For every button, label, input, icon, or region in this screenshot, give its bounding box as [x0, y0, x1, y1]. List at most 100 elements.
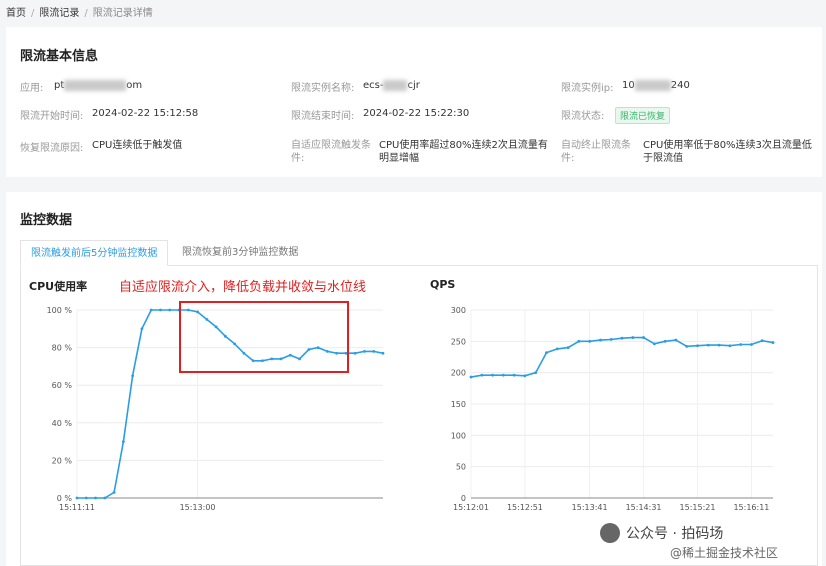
cpu-data-point	[84, 496, 88, 500]
reason-label: 恢复限流原因:	[20, 143, 84, 154]
qps-data-point	[728, 344, 732, 348]
qps-xtick-label: 15:16:11	[733, 503, 769, 512]
qps-data-point	[674, 338, 678, 342]
cpu-data-point	[94, 496, 97, 500]
chart-panel: CPU使用率 QPS 自适应限流介入，降低负载并收敛与水位线 0 % 20 % 40…	[20, 266, 818, 566]
trigger-label: 自适应限流触发条件:	[291, 140, 371, 164]
qps-data-point	[480, 373, 484, 377]
app-value: pt om	[54, 79, 143, 91]
monitor-title: 监控数据	[20, 213, 73, 228]
qps-data-point	[577, 339, 581, 343]
watermark-line2: @稀土掘金技术社区	[670, 546, 779, 560]
cpu-data-point	[159, 308, 162, 312]
cpu-data-point	[140, 327, 144, 331]
auto-stop-label: 自动终止限流条件:	[561, 140, 631, 164]
cpu-data-point	[149, 308, 153, 312]
start-time-label: 限流开始时间:	[20, 111, 84, 122]
cpu-ytick-label: 100 %	[47, 306, 73, 315]
qps-data-point	[652, 342, 656, 346]
cpu-data-point	[381, 351, 385, 355]
qps-data-point	[642, 336, 645, 339]
redacted-block	[634, 79, 671, 91]
cpu-ytick-label: 40 %	[52, 419, 73, 428]
cpu-data-point	[103, 496, 107, 500]
breadcrumb-current: 限流记录详情	[92, 8, 153, 19]
qps-ytick-label: 150	[451, 400, 466, 409]
cpu-xtick-label: 15:11:11	[59, 503, 95, 512]
monitor-tabs: 限流触发前后5分钟监控数据 限流恢复前3分钟监控数据	[20, 240, 818, 266]
qps-data-point	[534, 371, 538, 375]
qps-data-point	[771, 341, 775, 344]
cpu-ytick-label: 0 %	[57, 494, 73, 503]
breadcrumb-separator: /	[31, 8, 35, 19]
state-label: 限流状态:	[561, 111, 605, 122]
qps-data-point	[555, 347, 559, 351]
qps-series-line	[470, 336, 774, 378]
cpu-data-point	[372, 349, 376, 353]
qps-data-point	[566, 346, 570, 349]
trigger-value: CPU使用率超过80%连续2次且流量有明显增幅	[379, 140, 548, 164]
end-time-label: 限流结束时间:	[291, 111, 355, 122]
qps-ytick-label: 50	[456, 463, 466, 472]
qps-data-point	[760, 339, 764, 343]
qps-data-point	[631, 336, 635, 339]
tab-before-after[interactable]: 限流触发前后5分钟监控数据	[20, 240, 169, 266]
qps-data-point	[501, 373, 505, 377]
qps-data-point	[696, 344, 699, 348]
instance-name-label: 限流实例名称:	[291, 83, 355, 94]
qps-data-point	[545, 351, 548, 355]
qps-data-point	[512, 373, 516, 377]
qps-data-point	[739, 343, 743, 346]
qps-data-point	[706, 343, 710, 347]
cpu-data-point	[112, 490, 116, 494]
cpu-data-point	[168, 308, 172, 312]
cpu-data-point	[363, 349, 366, 353]
qps-data-point	[523, 374, 527, 378]
cpu-ytick-label: 60 %	[52, 381, 73, 390]
app-label: 应用:	[20, 83, 44, 94]
qps-data-point	[663, 339, 667, 343]
qps-data-point	[717, 343, 721, 347]
cpu-ytick-label: 80 %	[52, 344, 73, 353]
qps-chart: 0 50 100 150 200 250 300 15:12:01 15:12:51 15:13:…	[451, 306, 775, 512]
redacted-block	[64, 79, 127, 91]
cpu-data-point	[75, 496, 79, 500]
qps-data-point	[599, 338, 602, 342]
cpu-ytick-label: 20 %	[52, 456, 73, 465]
qps-data-point	[469, 375, 473, 379]
qps-xtick-label: 15:14:31	[626, 503, 662, 512]
monitor-card: 监控数据 限流触发前后5分钟监控数据 限流恢复前3分钟监控数据 CPU使用率 Q…	[6, 192, 822, 566]
basic-info-card: 限流基本信息 应用: pt om 限流实例名称: ecs-cjr 限流实例ip: …	[6, 27, 822, 177]
status-badge: 限流已恢复	[615, 107, 671, 124]
reason-value: CPU连续低于触发值	[92, 140, 183, 151]
basic-info-title: 限流基本信息	[20, 49, 99, 64]
instance-ip-value: 10 240	[622, 79, 690, 91]
qps-ytick-label: 200	[451, 369, 466, 378]
qps-ytick-label: 0	[461, 494, 466, 503]
auto-stop-value: CPU使用率低于80%连续3次且流量低于限流值	[643, 140, 812, 164]
cpu-data-point	[131, 374, 135, 378]
wechat-icon	[600, 523, 620, 543]
breadcrumb-records[interactable]: 限流记录	[39, 8, 79, 19]
qps-ytick-label: 300	[451, 306, 466, 315]
qps-data-point	[491, 373, 494, 377]
qps-xtick-label: 15:12:51	[507, 503, 543, 512]
start-time-value: 2024-02-22 15:12:58	[92, 108, 199, 119]
qps-data-point	[750, 343, 753, 346]
tab-before-recovery[interactable]: 限流恢复前3分钟监控数据	[172, 240, 308, 266]
breadcrumb-home[interactable]: 首页	[6, 8, 26, 19]
end-time-value: 2024-02-22 15:22:30	[363, 108, 470, 119]
cpu-xtick-label: 15:13:00	[180, 503, 216, 512]
redacted-block	[383, 79, 408, 91]
qps-xtick-label: 15:13:41	[572, 503, 608, 512]
cpu-data-point	[121, 440, 125, 443]
breadcrumb-separator: /	[84, 8, 88, 19]
watermark-line1: 公众号 · 拍码场	[626, 526, 724, 542]
instance-name-value: ecs-cjr	[363, 79, 420, 91]
cpu-data-point	[353, 351, 357, 355]
qps-data-point	[685, 344, 689, 348]
qps-ytick-label: 250	[451, 337, 466, 346]
qps-ytick-label: 100	[451, 431, 466, 440]
highlight-box	[179, 301, 349, 373]
breadcrumb: 首页 / 限流记录 / 限流记录详情	[6, 4, 153, 19]
